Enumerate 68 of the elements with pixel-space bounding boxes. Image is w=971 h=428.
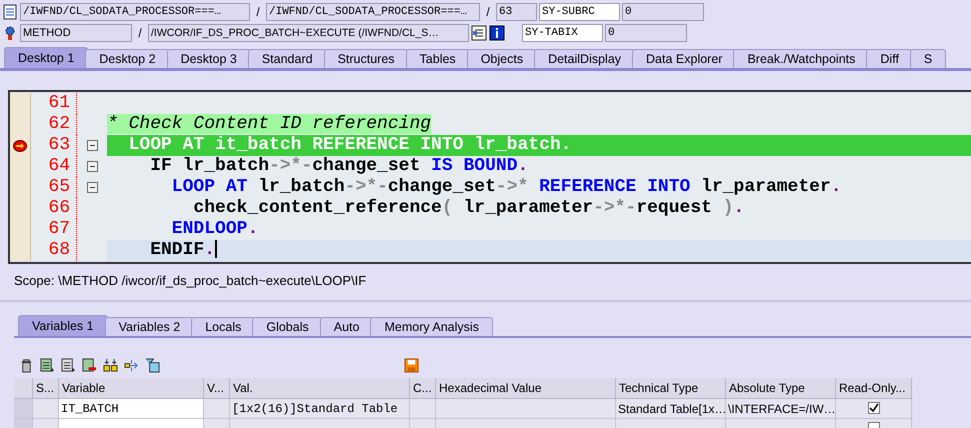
program-field[interactable]: /IWFND/CL_SODATA_PROCESSOR===… <box>20 2 250 20</box>
tab[interactable]: Desktop 2 <box>85 49 170 68</box>
table-cell: [1x2(16)]Standard Table <box>230 399 410 419</box>
info-icon[interactable] <box>489 24 505 40</box>
tab[interactable]: Auto <box>320 317 374 336</box>
table-cell: Standard Table[1x… <box>616 399 726 419</box>
tab[interactable]: Break./Watchpoints <box>733 49 870 68</box>
tab[interactable]: Diff <box>866 49 913 68</box>
scope-text: Scope: \METHOD /iwcor/if_ds_proc_batch~execute\LOOP\IF <box>13 272 368 290</box>
table-arrow-icon[interactable] <box>38 356 56 374</box>
tab[interactable]: Variables 1 <box>18 315 108 336</box>
line-number: 68 <box>31 240 77 261</box>
tab[interactable]: Objects <box>466 49 538 68</box>
column-header[interactable]: Read-Only... <box>836 378 912 399</box>
table-remove-icon[interactable] <box>80 356 98 374</box>
tab[interactable]: Data Explorer <box>632 49 736 68</box>
tab[interactable]: Memory Analysis <box>370 317 493 336</box>
tab[interactable]: Globals <box>252 317 323 336</box>
column-header[interactable]: Hexadecimal Value <box>436 378 616 399</box>
list-icon[interactable] <box>471 24 487 40</box>
save-icon[interactable] <box>402 356 420 374</box>
tab[interactable]: DetailDisplay <box>534 49 636 68</box>
table-cell <box>33 399 59 419</box>
grid-icon[interactable] <box>101 356 119 374</box>
column-header[interactable]: Technical Type <box>616 378 726 399</box>
collapse-icon[interactable] <box>86 140 98 151</box>
table-cell: \INTERFACE=/IW… <box>726 399 836 419</box>
filter-icon[interactable] <box>143 356 161 374</box>
table-cell: IT_BATCH <box>59 399 204 419</box>
tab[interactable]: Standard <box>248 49 327 68</box>
event-type-field[interactable]: METHOD <box>20 24 132 42</box>
checkbox[interactable] <box>868 402 880 414</box>
tab[interactable]: S <box>910 49 946 68</box>
column-header[interactable]: Absolute Type <box>726 378 836 399</box>
column-header[interactable]: C... <box>410 378 436 399</box>
code-line: ENDLOOP. <box>170 219 258 240</box>
event-field[interactable]: /IWCOR/IF_DS_PROC_BATCH~EXECUTE (/IWFND/CL_S… <box>148 24 469 42</box>
tab[interactable]: Variables 2 <box>104 317 194 336</box>
column-header[interactable]: Val. <box>230 378 410 399</box>
table-cell <box>410 399 436 419</box>
code-line: check_content_reference( lr_parameter->*-request ). <box>192 198 744 219</box>
code-line: IF lr_batch->*-change_set IS BOUND. <box>149 156 528 177</box>
column-header[interactable]: V... <box>204 378 230 399</box>
tab[interactable]: Tables <box>406 49 470 68</box>
include-field[interactable]: /IWFND/CL_SODATA_PROCESSOR===… <box>266 2 480 20</box>
table-corner <box>14 378 33 399</box>
tab[interactable]: Structures <box>324 49 409 68</box>
system-field-name[interactable]: SY-TABIX <box>522 24 603 42</box>
tab[interactable]: Locals <box>191 317 256 336</box>
code-line: LOOP AT lr_batch->*-change_set->* REFERENCE INTO lr_parameter. <box>170 177 842 198</box>
collapse-icon[interactable] <box>86 182 98 193</box>
system-field-value[interactable]: 0 <box>622 2 704 20</box>
system-field-name[interactable]: SY-SUBRC <box>539 2 620 20</box>
column-header[interactable]: S... <box>33 378 59 399</box>
table-cell <box>204 399 230 419</box>
system-field-value[interactable]: 0 <box>605 24 687 42</box>
tab[interactable]: Desktop 1 <box>4 47 88 68</box>
column-header[interactable]: Variable <box>59 378 204 399</box>
breakpoint-icon[interactable] <box>13 140 27 152</box>
separator: / <box>255 4 261 18</box>
tab[interactable]: Desktop 3 <box>166 49 251 68</box>
line-field[interactable]: 63 <box>496 2 537 20</box>
separator: / <box>137 26 143 40</box>
list-arrow-icon[interactable] <box>59 356 77 374</box>
document-icon <box>2 4 18 20</box>
separator: / <box>485 4 491 18</box>
code-editor[interactable] <box>8 90 971 264</box>
collapse-icon[interactable] <box>86 161 98 172</box>
